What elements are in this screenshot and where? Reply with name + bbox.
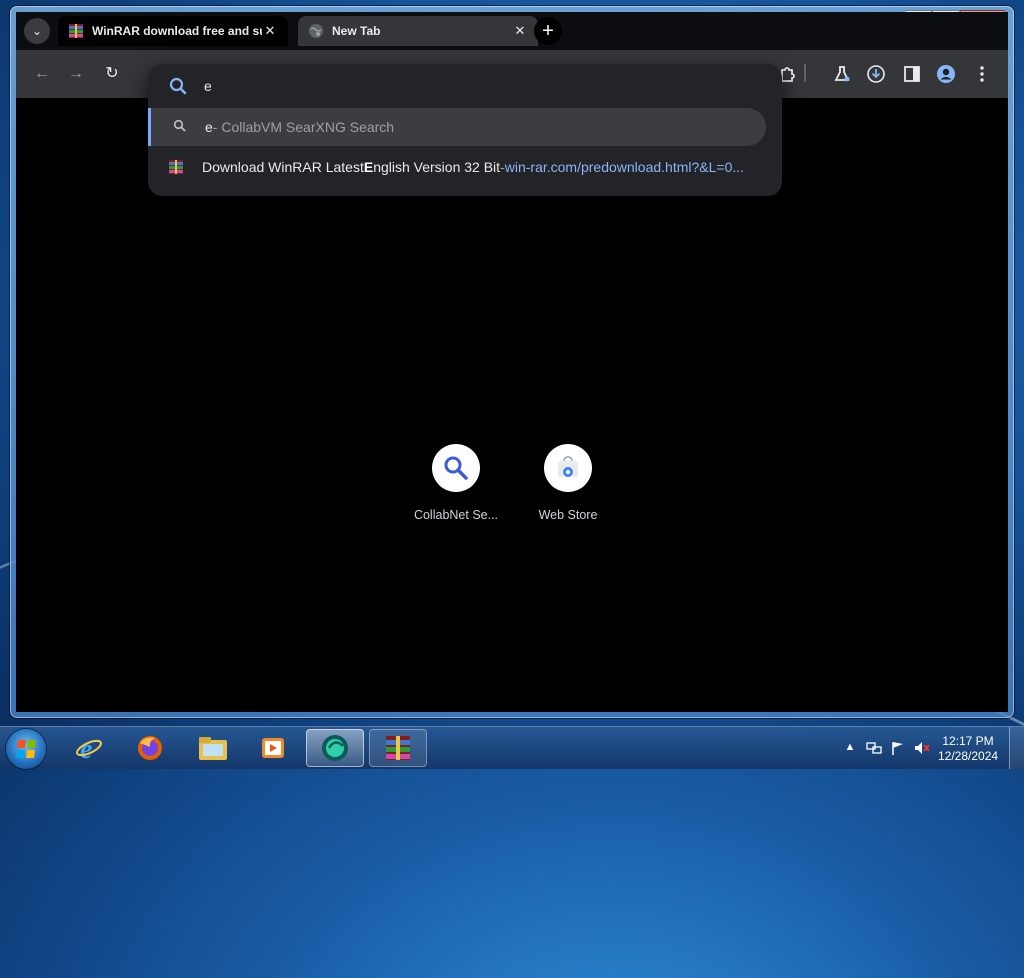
clock-time: 12:17 PM [942, 734, 994, 748]
search-icon [169, 77, 187, 95]
volume-muted-icon[interactable] [914, 741, 930, 755]
shortcut-label: Web Store [538, 508, 598, 522]
clock-date: 12/28/2024 [938, 749, 999, 763]
taskbar-file-explorer[interactable] [184, 729, 242, 767]
taskbar: e ▲ 12:17 PM 12/28/2024 [0, 726, 1024, 769]
labs-icon[interactable] [832, 64, 852, 84]
omnibox-suggestion-search[interactable]: e - CollabVM SearXNG Search [148, 108, 766, 146]
taskbar-firefox[interactable] [121, 729, 179, 767]
omnibox[interactable]: e [148, 64, 782, 108]
tab-title: New Tab [332, 24, 381, 38]
web-store-icon [558, 456, 578, 477]
action-center-flag-icon[interactable] [890, 741, 906, 755]
firefox-icon [138, 736, 162, 760]
system-tray: ▲ 12:17 PM 12/28/2024 [824, 727, 1024, 769]
omnibox-dropdown: e e - CollabVM SearXNG Search Download W… [148, 64, 782, 196]
internet-explorer-icon: e [76, 734, 102, 763]
back-button[interactable]: ← [32, 64, 52, 84]
suggestion-title-before: Download WinRAR Latest [202, 159, 364, 175]
side-panel-icon[interactable] [902, 64, 922, 84]
winrar-icon [169, 160, 183, 174]
omnibox-input-value[interactable]: e [204, 78, 212, 94]
suggestion-url: win-rar.com/predownload.html?&L=0... [504, 159, 745, 175]
browser-icon [322, 735, 348, 761]
new-tab-button[interactable]: + [534, 17, 562, 45]
windows-logo-icon [16, 740, 36, 758]
suggestion-query: e [205, 119, 213, 135]
show-hidden-icons-icon[interactable]: ▲ [842, 741, 858, 755]
shortcut-collabnet[interactable]: CollabNet Se... [401, 444, 511, 522]
toolbar-divider [804, 64, 806, 82]
shortcut-icon-circle [544, 444, 592, 492]
show-desktop-button[interactable] [1009, 727, 1024, 769]
file-explorer-icon [199, 737, 227, 760]
winrar-icon [69, 24, 83, 38]
tab-search-button[interactable]: ⌄ [24, 18, 50, 44]
profile-icon[interactable] [936, 64, 956, 84]
shortcut-label: CollabNet Se... [413, 508, 499, 522]
omnibox-suggestion-history[interactable]: Download WinRAR Latest English Version 3… [148, 148, 766, 186]
search-icon [171, 119, 187, 135]
downloads-icon[interactable] [866, 64, 886, 84]
close-tab-icon[interactable]: ✕ [512, 23, 528, 39]
tab-strip: ⌄ WinRAR download free and su ✕ New Tab … [16, 12, 1008, 50]
tab-new-tab[interactable]: New Tab ✕ [298, 16, 538, 46]
taskbar-internet-explorer[interactable]: e [60, 729, 118, 767]
winrar-icon [386, 736, 410, 760]
tab-title: WinRAR download free and su [92, 24, 262, 38]
tab-winrar[interactable]: WinRAR download free and su ✕ [58, 16, 288, 46]
suggestion-title-after: nglish Version 32 Bit [373, 159, 501, 175]
suggestion-title-match: E [363, 159, 374, 175]
close-tab-icon[interactable]: ✕ [262, 23, 278, 39]
shortcut-icon-circle [432, 444, 480, 492]
taskbar-media-player[interactable] [244, 729, 302, 767]
chevron-down-icon: ⌄ [31, 24, 43, 38]
svg-text:e: e [80, 734, 92, 763]
taskbar-winrar[interactable] [369, 729, 427, 767]
reload-button[interactable]: ↻ [102, 64, 122, 84]
plus-icon: + [542, 19, 554, 42]
globe-icon [309, 24, 323, 38]
clock[interactable]: 12:17 PM 12/28/2024 [938, 734, 998, 764]
shortcut-web-store[interactable]: Web Store [513, 444, 623, 522]
start-button[interactable] [6, 729, 46, 769]
search-icon [444, 456, 468, 480]
forward-button[interactable]: → [66, 64, 86, 84]
media-player-icon [262, 738, 284, 758]
menu-icon[interactable] [972, 64, 992, 84]
taskbar-browser[interactable] [306, 729, 364, 767]
browser: ⌄ WinRAR download free and su ✕ New Tab … [16, 12, 1008, 712]
network-icon[interactable] [866, 741, 882, 755]
suggestion-provider: - CollabVM SearXNG Search [212, 119, 395, 135]
